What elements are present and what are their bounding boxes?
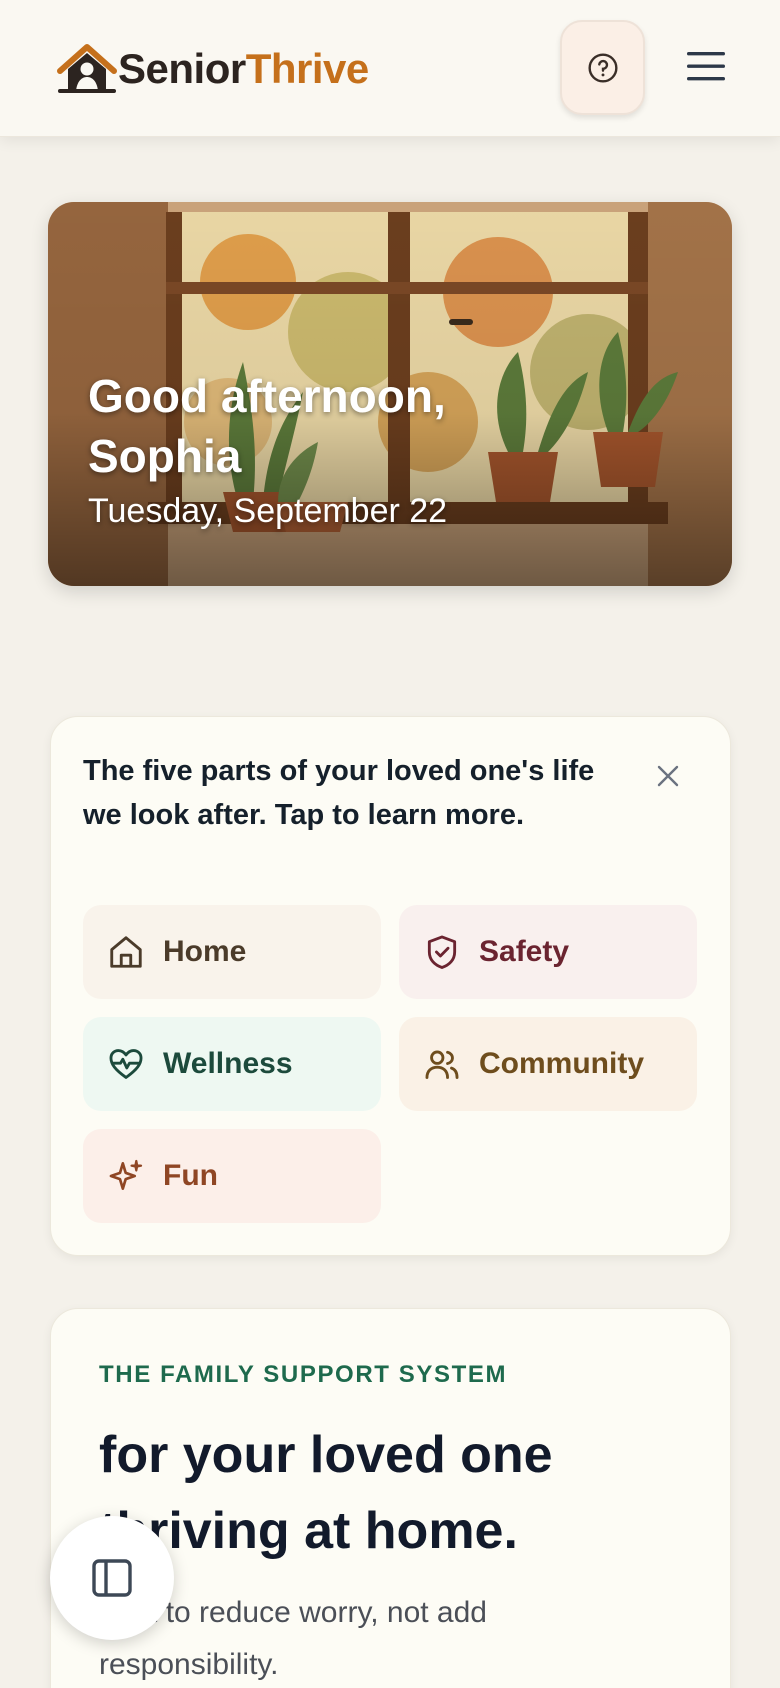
greeting-title: Good afternoon, Sophia: [88, 370, 446, 482]
app-header: SeniorThrive: [0, 0, 780, 137]
help-circle-icon: [587, 52, 618, 83]
area-tile-community[interactable]: Community: [399, 1017, 697, 1111]
support-title: for your loved one thriving at home.: [99, 1426, 553, 1560]
area-label-fun: Fun: [163, 1159, 218, 1192]
support-eyebrow: THE FAMILY SUPPORT SYSTEM: [99, 1361, 508, 1388]
help-button[interactable]: [560, 20, 645, 115]
shield-check-icon: [427, 935, 457, 969]
area-tile-fun[interactable]: Fun: [83, 1129, 381, 1223]
care-areas-card: The five parts of your loved one's life …: [50, 716, 731, 1256]
home-icon: [110, 936, 142, 968]
area-label-community: Community: [479, 1047, 644, 1080]
logo[interactable]: SeniorThrive: [56, 40, 369, 98]
sparkles-icon: [109, 1159, 143, 1191]
support-system-card: THE FAMILY SUPPORT SYSTEM for your loved…: [50, 1308, 731, 1688]
sidebar-toggle-button[interactable]: [50, 1516, 174, 1640]
current-date: Tuesday, September 22: [88, 492, 448, 530]
menu-button[interactable]: [684, 46, 728, 86]
users-icon: [425, 1050, 459, 1079]
area-tile-safety[interactable]: Safety: [399, 905, 697, 999]
area-label-wellness: Wellness: [163, 1047, 293, 1080]
area-tile-home[interactable]: Home: [83, 905, 381, 999]
area-label-home: Home: [163, 935, 247, 968]
support-description: Built to reduce worry, not add responsib…: [99, 1596, 487, 1681]
house-logo-icon: [57, 44, 117, 93]
care-areas-intro: The five parts of your loved one's life …: [83, 755, 595, 831]
heart-pulse-icon: [109, 1049, 143, 1079]
logo-text-senior: Senior: [118, 45, 246, 92]
close-icon: [657, 765, 679, 787]
area-tile-wellness[interactable]: Wellness: [83, 1017, 381, 1111]
logo-text-thrive: Thrive: [245, 45, 370, 92]
hamburger-menu-icon: [687, 52, 725, 81]
area-label-safety: Safety: [479, 935, 570, 968]
sidebar-toggle-icon: [92, 1559, 132, 1597]
greeting-hero-card: Good afternoon, Sophia Tuesday, Septembe…: [48, 202, 732, 586]
logo-wordmark: SeniorThrive: [118, 48, 369, 90]
dismiss-button[interactable]: [651, 759, 685, 793]
